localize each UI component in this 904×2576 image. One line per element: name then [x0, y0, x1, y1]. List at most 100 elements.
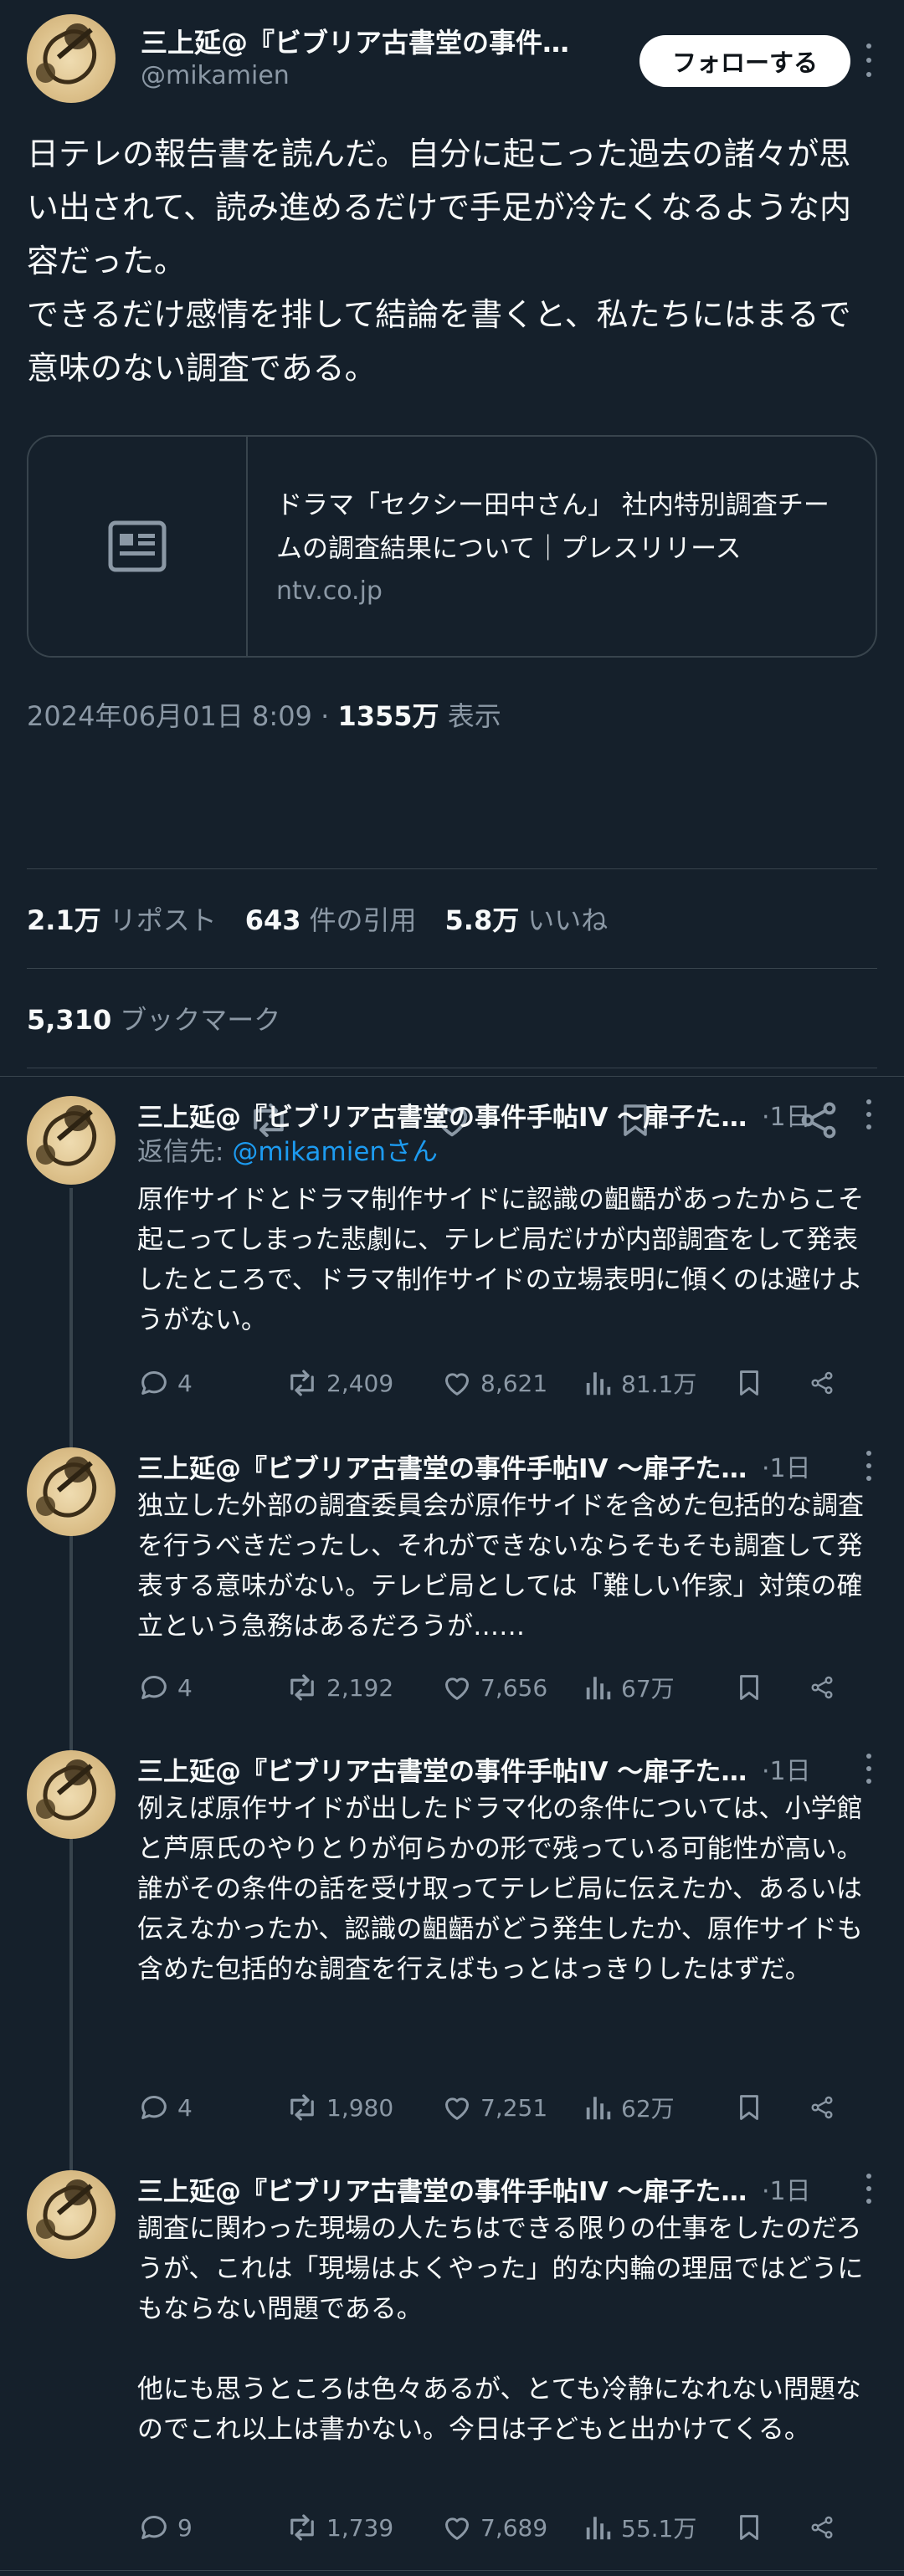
reply-time[interactable]: ·1日	[762, 1447, 811, 1484]
reply-button[interactable]: 4	[137, 2091, 285, 2124]
bar-chart-icon	[586, 2097, 611, 2120]
bar-chart-icon	[586, 1677, 611, 1700]
repost-button[interactable]: 2,192	[285, 1670, 440, 1705]
repost-button[interactable]: 1,739	[285, 2510, 440, 2545]
speech-bubble-icon	[141, 1371, 167, 1395]
reposts-stat[interactable]: 2.1万 リポスト	[27, 899, 217, 938]
divider	[0, 2570, 904, 2571]
bookmarks-stat[interactable]: 5,310 ブックマーク	[27, 999, 280, 1037]
tweet-meta: 2024年06月01日 8:09 · 1355万 表示	[27, 700, 501, 732]
repost-button[interactable]: 2,409	[285, 1365, 440, 1401]
more-dots-icon[interactable]	[860, 44, 877, 77]
reply-text: 原作サイドとドラマ制作サイドに認識の齟齬があったからこそ起こってしまった悲劇に、…	[137, 1185, 864, 1335]
reply-action-bar: 9 1,739 7,689 55.1万	[137, 2507, 877, 2548]
heart-icon	[445, 2097, 469, 2120]
bookmark-icon	[740, 1370, 758, 1396]
avatar[interactable]	[27, 14, 116, 103]
link-card[interactable]: ドラマ「セクシー田中さん」 社内特別調査チームの調査結果について｜プレスリリース…	[27, 435, 877, 658]
heart-icon	[445, 2517, 469, 2540]
reply-to: 返信先: @mikamienさん	[137, 1137, 439, 1167]
likes-stat[interactable]: 5.8万 いいね	[445, 899, 609, 938]
views-button[interactable]: 67万	[583, 1671, 733, 1704]
link-card-domain: ntv.co.jp	[276, 576, 383, 606]
reply-action-bar: 4 1,980 7,251 62万	[137, 2087, 877, 2128]
bookmark-icon	[740, 1675, 758, 1700]
speech-bubble-icon	[141, 1676, 167, 1699]
like-button[interactable]: 7,251	[440, 2091, 583, 2124]
author-name[interactable]: 三上延@『ビブリア古書堂の事件手帖IV 〜扉子たちと継がれる道〜』	[137, 1096, 757, 1134]
reply-time[interactable]: ·1日	[762, 1096, 811, 1133]
share-button[interactable]	[809, 1366, 842, 1400]
author-name[interactable]: 三上延@『ビブリア古書堂の事件手帖IV 〜扉子たちと継がれる道〜』	[137, 2170, 757, 2208]
repost-arrows-icon	[290, 2094, 314, 2121]
speech-bubble-icon	[141, 2096, 167, 2119]
bar-chart-icon	[586, 1372, 611, 1396]
reply-button[interactable]: 4	[137, 1366, 285, 1400]
reply-header: 三上延@『ビブリア古書堂の事件手帖IV 〜扉子たちと継がれる道〜』 ·1日	[137, 1096, 877, 1133]
repost-arrows-icon	[290, 1370, 314, 1396]
main-tweet-header: 三上延@『ビブリア古書堂の事件手帖IV 〜扉子たちと継がれる道〜』 @mikam…	[27, 0, 877, 117]
reply-text: 調査に関わった現場の人たちはできる限りの仕事をしたのだろうが、これは「現場はよく…	[137, 2214, 864, 2445]
author-name[interactable]: 三上延@『ビブリア古書堂の事件手帖IV 〜扉子たちと継がれる道〜』	[137, 1750, 757, 1788]
like-button[interactable]: 8,621	[440, 1366, 583, 1400]
reply-time[interactable]: ·1日	[762, 2170, 811, 2207]
views-label: 表示	[447, 700, 501, 732]
reply-header: 三上延@『ビブリア古書堂の事件手帖IV 〜扉子たちと継がれる道〜』 ·1日	[137, 1750, 877, 1787]
thread-line	[69, 1188, 73, 2184]
follow-button[interactable]: フォローする	[639, 35, 850, 87]
views-button[interactable]: 62万	[583, 2091, 733, 2124]
quotes-stat[interactable]: 643 件の引用	[245, 899, 417, 938]
repost-button[interactable]: 1,980	[285, 2090, 440, 2125]
bookmark-button[interactable]	[733, 1671, 809, 1704]
main-tweet: 三上延@『ビブリア古書堂の事件手帖IV 〜扉子たちと継がれる道〜』 @mikam…	[0, 0, 904, 750]
author-name[interactable]: 三上延@『ビブリア古書堂の事件手帖IV 〜扉子たちと継がれる道〜』	[141, 25, 576, 60]
repost-arrows-icon	[290, 1674, 314, 1701]
reply-text: 例えば原作サイドが出したドラマ化の条件については、小学館と芦原氏のやりとりが何ら…	[137, 1794, 863, 1984]
like-button[interactable]: 7,656	[440, 1671, 583, 1704]
more-dots-icon[interactable]	[860, 2174, 877, 2204]
link-card-title: ドラマ「セクシー田中さん」 社内特別調査チームの調査結果について｜プレスリリース	[276, 490, 830, 564]
avatar[interactable]	[27, 1447, 116, 1536]
views-count: 1355万	[337, 700, 439, 732]
bookmark-icon	[740, 2515, 758, 2540]
heart-icon	[445, 1373, 469, 1396]
more-dots-icon[interactable]	[860, 1099, 877, 1129]
link-card-body: ドラマ「セクシー田中さん」 社内特別調査チームの調査結果について｜プレスリリース…	[248, 437, 876, 656]
tweet-text: 日テレの報告書を読んだ。自分に起こった過去の諸々が思い出されて、読み進めるだけで…	[27, 136, 851, 387]
article-icon	[28, 437, 248, 656]
avatar[interactable]	[27, 1750, 116, 1839]
reply-action-bar: 4 2,192 7,656 67万	[137, 1667, 877, 1708]
avatar[interactable]	[27, 2170, 116, 2259]
repost-arrows-icon	[290, 2514, 314, 2541]
share-icon	[811, 2096, 833, 2119]
views-button[interactable]: 55.1万	[583, 2511, 733, 2544]
reply-text: 独立した外部の調査委員会が原作サイドを含めた包括的な調査を行うべきだったし、それ…	[137, 1491, 864, 1641]
more-dots-icon[interactable]	[860, 1754, 877, 1784]
share-button[interactable]	[809, 1671, 842, 1704]
reply-button[interactable]: 9	[137, 2511, 285, 2544]
reply-header: 三上延@『ビブリア古書堂の事件手帖IV 〜扉子たちと継がれる道〜』 ·1日	[137, 1447, 877, 1484]
bar-chart-icon	[586, 2517, 611, 2540]
reply-time[interactable]: ·1日	[762, 1750, 811, 1787]
more-dots-icon[interactable]	[860, 1451, 877, 1481]
reply-to-handle[interactable]: @mikamienさん	[232, 1137, 438, 1167]
share-icon	[811, 2516, 833, 2539]
views-button[interactable]: 81.1万	[583, 1366, 733, 1400]
bookmark-button[interactable]	[733, 2511, 809, 2544]
bookmark-button[interactable]	[733, 1366, 809, 1400]
timestamp[interactable]: 2024年06月01日 8:09	[27, 700, 312, 732]
share-button[interactable]	[809, 2091, 842, 2124]
share-button[interactable]	[809, 2511, 842, 2544]
like-button[interactable]: 7,689	[440, 2511, 583, 2544]
share-icon	[811, 1676, 833, 1699]
heart-icon	[445, 1677, 469, 1700]
author-name[interactable]: 三上延@『ビブリア古書堂の事件手帖IV 〜扉子たちと継がれる道〜』	[137, 1447, 757, 1485]
speech-bubble-icon	[141, 2516, 167, 2539]
share-icon	[811, 1371, 833, 1395]
reply-action-bar: 4 2,409 8,621 81.1万	[137, 1362, 877, 1404]
reply-button[interactable]: 4	[137, 1671, 285, 1704]
avatar[interactable]	[27, 1096, 116, 1185]
reply-header: 三上延@『ビブリア古書堂の事件手帖IV 〜扉子たちと継がれる道〜』 ·1日	[137, 2170, 877, 2207]
bookmark-icon	[740, 2095, 758, 2120]
bookmark-button[interactable]	[733, 2091, 809, 2124]
